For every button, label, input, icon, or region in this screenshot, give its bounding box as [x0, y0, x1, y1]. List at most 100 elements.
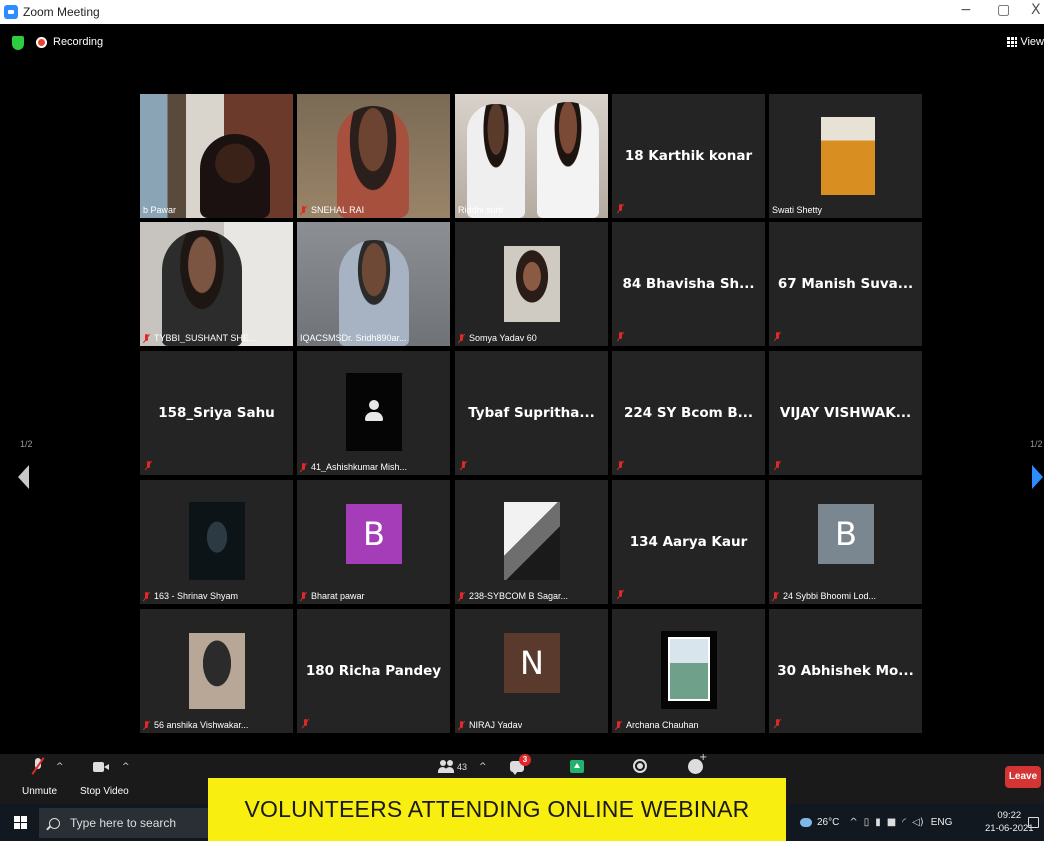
participant-video — [140, 222, 293, 346]
recording-icon[interactable] — [36, 37, 47, 48]
microphone-tray-icon[interactable]: ▮ — [875, 817, 881, 828]
volume-icon[interactable]: ◁) — [912, 817, 924, 828]
participant-name: 41_Ashishkumar Mish... — [300, 462, 407, 472]
clock-date: 21-06-2021 — [985, 823, 1034, 834]
muted-mic-icon — [143, 333, 150, 343]
participant-name: Archana Chauhan — [615, 720, 699, 730]
muted-mic-icon — [774, 332, 781, 341]
participant-name: SNEHAL RAI — [300, 205, 364, 215]
muted-mic-icon — [145, 461, 152, 470]
profile-photo — [504, 246, 560, 322]
participant-tile[interactable]: 134 Aarya Kaur — [612, 480, 765, 604]
muted-mic-icon — [302, 719, 309, 728]
participant-tile[interactable]: b Pawar — [140, 94, 293, 218]
chat-unread-badge: 3 — [519, 754, 531, 766]
participant-tile[interactable]: TYBBI_SUSHANT SHE... — [140, 222, 293, 346]
participant-tile[interactable]: 158_Sriya Sahu — [140, 351, 293, 475]
share-screen-icon[interactable] — [570, 760, 584, 773]
recording-label: Recording — [53, 36, 104, 48]
record-icon[interactable] — [633, 759, 647, 773]
meeting-top-strip: Recording View — [0, 24, 1044, 64]
participant-tile[interactable]: 224 SY Bcom B... — [612, 351, 765, 475]
participant-tile[interactable]: 238-SYBCOM B Sagar... — [455, 480, 608, 604]
muted-mic-icon — [774, 461, 781, 470]
participant-tile[interactable]: Swati Shetty — [769, 94, 922, 218]
participant-tile[interactable]: VIJAY VISHWAK... — [769, 351, 922, 475]
participant-tile[interactable]: Somya Yadav 60 — [455, 222, 608, 346]
participant-tile[interactable]: 18 Karthik konar — [612, 94, 765, 218]
participant-name-large: VIJAY VISHWAK... — [779, 405, 912, 421]
participant-name: 24 Sybbi Bhoomi Lod... — [772, 591, 876, 601]
participant-tile[interactable]: 56 anshika Vishwakar... — [140, 609, 293, 733]
input-language[interactable]: ENG — [931, 817, 953, 828]
window-title: Zoom Meeting — [23, 5, 100, 19]
taskbar-clock[interactable]: 09:22 21-06-2021 — [985, 809, 1034, 835]
letter-avatar: B — [346, 504, 402, 564]
participant-tile[interactable]: 163 - Shrinav Shyam — [140, 480, 293, 604]
muted-mic-icon — [774, 719, 781, 728]
participant-tile[interactable]: 180 Richa Pandey — [297, 609, 450, 733]
participant-tile[interactable]: Tybaf Supritha... — [455, 351, 608, 475]
audio-options-caret-icon[interactable]: ^ — [56, 762, 64, 772]
clock-time: 09:22 — [997, 810, 1022, 821]
battery-icon[interactable]: ▯ — [864, 817, 870, 828]
view-label: View — [1020, 36, 1044, 48]
muted-mic-icon — [617, 332, 624, 341]
muted-mic-icon — [143, 591, 150, 601]
profile-photo — [504, 502, 560, 580]
participant-tile[interactable]: B Bharat pawar — [297, 480, 450, 604]
caption-banner: VOLUNTEERS ATTENDING ONLINE WEBINAR — [208, 778, 786, 841]
participant-tile[interactable]: Archana Chauhan — [612, 609, 765, 733]
participant-name-large: 224 SY Bcom B... — [623, 405, 754, 421]
tray-overflow-caret-icon[interactable]: ^ — [849, 817, 857, 828]
participant-tile[interactable]: 84 Bhavisha Sh... — [612, 222, 765, 346]
restore-button[interactable]: ▢ — [997, 2, 1010, 18]
participant-name: TYBBI_SUSHANT SHE... — [143, 333, 256, 343]
notification-center-icon[interactable] — [1028, 817, 1039, 828]
wifi-icon[interactable]: ◜ — [902, 817, 906, 828]
letter-avatar: B — [818, 504, 874, 564]
participants-icon[interactable] — [438, 760, 454, 774]
active-speaker-tile[interactable]: IQACSMSDr. Sridh890ar... — [297, 222, 450, 346]
participant-video — [297, 94, 450, 218]
participant-name-large: 134 Aarya Kaur — [629, 534, 748, 550]
participant-name-large: 30 Abhishek Mo... — [777, 663, 914, 679]
participant-tile[interactable]: 30 Abhishek Mo... — [769, 609, 922, 733]
video-camera-icon[interactable] — [93, 762, 109, 772]
temperature[interactable]: 26°C — [817, 817, 839, 828]
muted-microphone-icon[interactable] — [33, 758, 43, 774]
leave-button[interactable]: Leave — [1005, 766, 1041, 788]
muted-mic-icon — [772, 591, 779, 601]
reactions-icon[interactable] — [688, 752, 707, 774]
participants-count: 43 — [457, 762, 468, 772]
participant-tile[interactable]: 67 Manish Suva... — [769, 222, 922, 346]
muted-mic-icon — [615, 720, 622, 730]
next-page-arrow-icon[interactable] — [1032, 465, 1043, 489]
participant-tile[interactable]: 41_Ashishkumar Mish... — [297, 351, 450, 475]
zoom-app-icon — [4, 5, 18, 19]
muted-mic-icon — [617, 461, 624, 470]
participant-name: Riddhi surti — [458, 205, 504, 215]
participant-name-large: Tybaf Supritha... — [468, 405, 595, 421]
view-button[interactable]: View — [1007, 36, 1044, 48]
participant-name-large: 18 Karthik konar — [624, 148, 753, 164]
participant-tile[interactable]: Riddhi surti — [455, 94, 608, 218]
participants-caret-icon[interactable]: ^ — [479, 762, 487, 772]
participant-tile[interactable]: SNEHAL RAI — [297, 94, 450, 218]
participant-name-large: 67 Manish Suva... — [777, 276, 914, 292]
weather-icon[interactable] — [800, 818, 812, 827]
previous-page-arrow-icon[interactable] — [18, 465, 29, 489]
taskbar-search-box[interactable]: Type here to search — [39, 808, 209, 838]
video-options-caret-icon[interactable]: ^ — [122, 762, 130, 772]
page-indicator-right: 1/2 — [1030, 439, 1043, 449]
windows-start-icon[interactable] — [14, 816, 27, 829]
close-button[interactable]: X — [1031, 2, 1041, 18]
participant-tile[interactable]: N NIRAJ Yadav — [455, 609, 608, 733]
participant-name: Bharat pawar — [300, 591, 365, 601]
minimize-button[interactable]: − — [960, 2, 972, 18]
security-shield-icon[interactable] — [12, 36, 24, 50]
camera-tray-icon[interactable]: ■ — [887, 817, 896, 828]
stop-video-label[interactable]: Stop Video — [80, 786, 129, 797]
unmute-label[interactable]: Unmute — [22, 786, 57, 797]
participant-tile[interactable]: B 24 Sybbi Bhoomi Lod... — [769, 480, 922, 604]
